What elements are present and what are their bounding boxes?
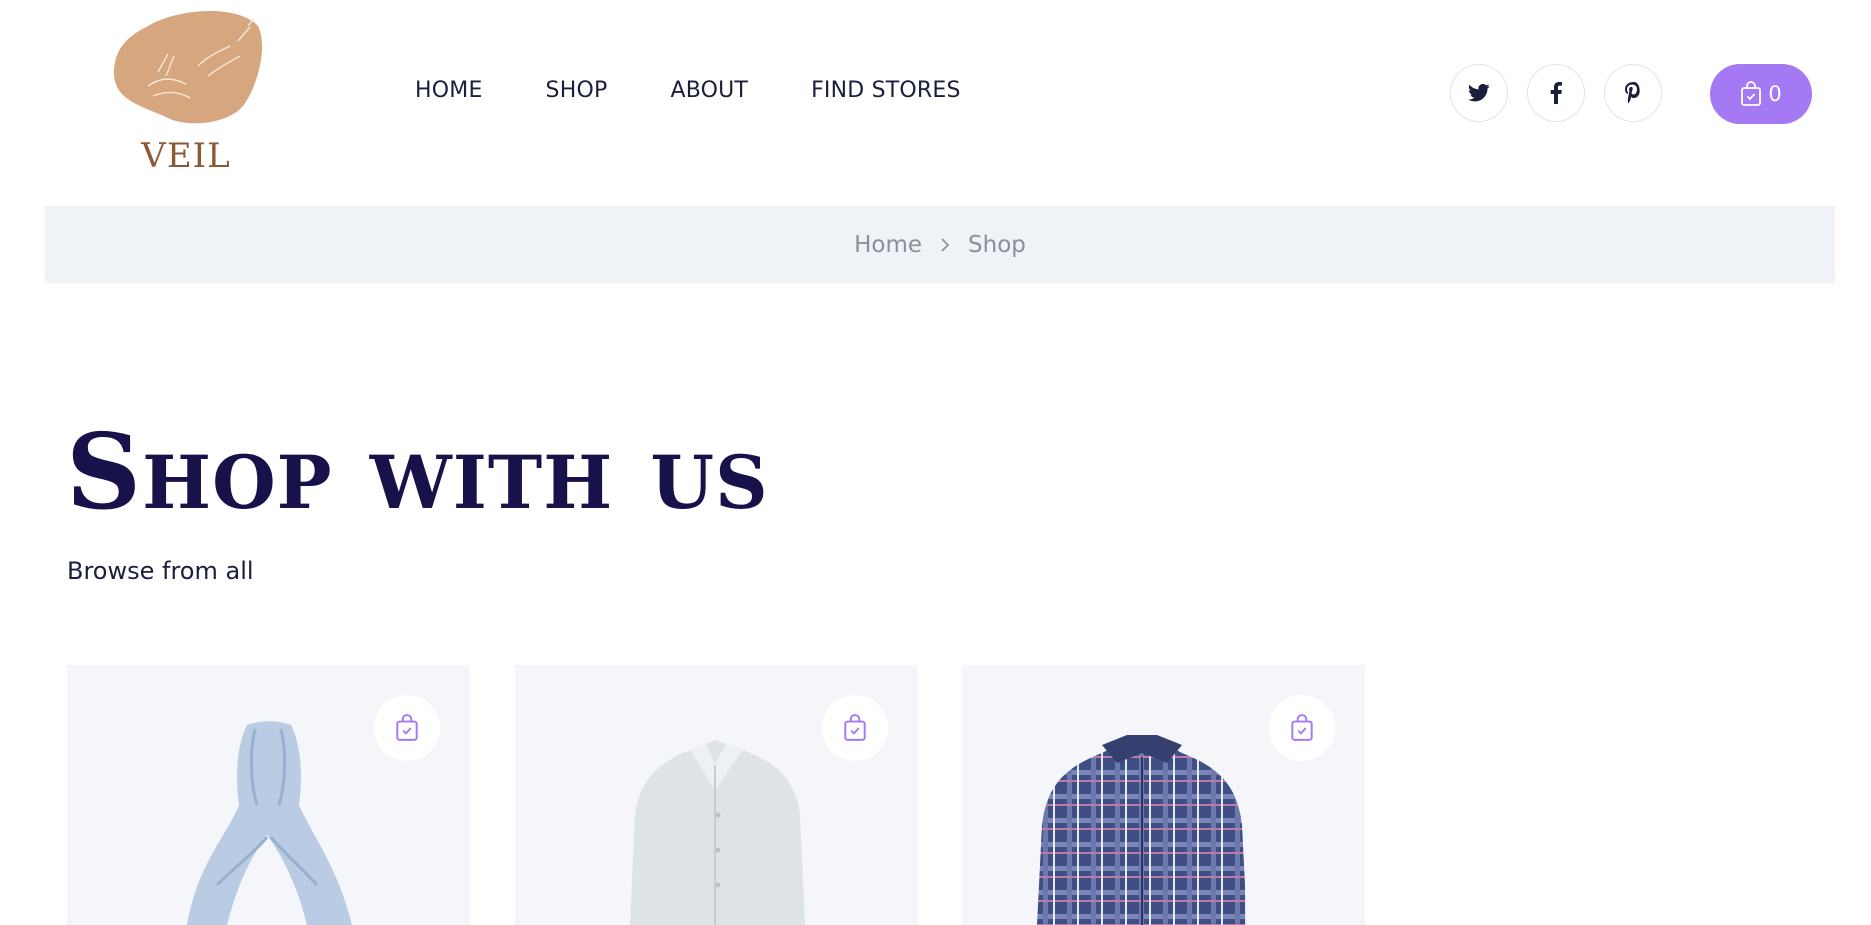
product-card[interactable] <box>962 665 1365 925</box>
brand-logo[interactable]: VEIL <box>108 6 264 176</box>
page-subtitle: Browse from all <box>67 557 254 585</box>
facebook-button[interactable] <box>1527 64 1585 122</box>
cart-count: 0 <box>1768 82 1782 106</box>
shopping-bag-check-icon <box>844 714 866 741</box>
nav-about[interactable]: ABOUT <box>670 78 748 103</box>
facebook-icon <box>1550 82 1562 104</box>
social-links <box>1450 64 1681 122</box>
product-card[interactable] <box>67 665 470 925</box>
chevron-right-icon <box>940 237 950 253</box>
breadcrumb-home[interactable]: Home <box>854 232 922 258</box>
cart-button[interactable]: 0 <box>1710 64 1812 124</box>
nav-home[interactable]: HOME <box>415 78 483 103</box>
add-to-cart-button[interactable] <box>1269 695 1335 761</box>
shopping-bag-check-icon <box>1291 714 1313 741</box>
twitter-icon <box>1468 83 1490 102</box>
product-card[interactable] <box>515 665 918 925</box>
main-nav: HOME SHOP ABOUT FIND STORES <box>415 78 1024 103</box>
pinterest-button[interactable] <box>1604 64 1662 122</box>
add-to-cart-button[interactable] <box>374 695 440 761</box>
twitter-button[interactable] <box>1450 64 1508 122</box>
pinterest-icon <box>1625 82 1640 104</box>
page-title: Shop with us <box>66 410 769 533</box>
add-to-cart-button[interactable] <box>822 695 888 761</box>
shopping-bag-icon <box>1741 81 1762 106</box>
breadcrumb: Home Shop <box>45 206 1835 283</box>
nav-shop[interactable]: SHOP <box>546 78 608 103</box>
logo-blob-icon <box>113 10 263 124</box>
breadcrumb-shop: Shop <box>968 231 1026 258</box>
nav-find-stores[interactable]: FIND STORES <box>811 78 961 103</box>
shopping-bag-check-icon <box>396 714 418 741</box>
brand-name: VEIL <box>141 136 231 176</box>
